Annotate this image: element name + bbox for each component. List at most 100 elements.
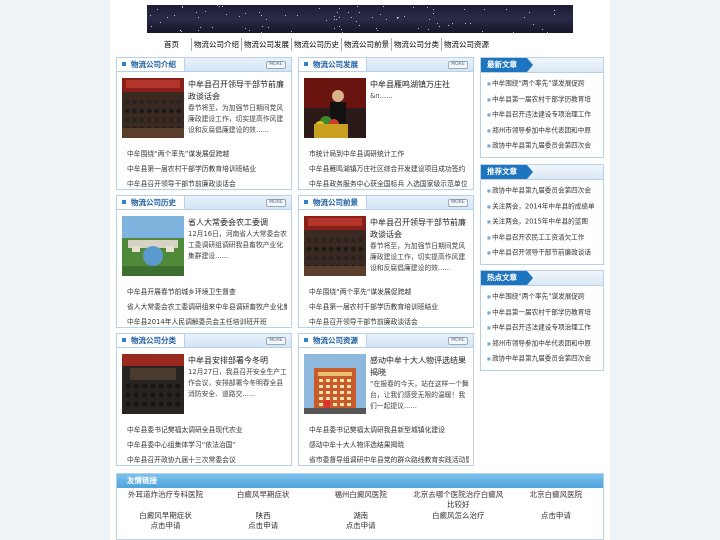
feature-article: 省人大常委会农工委调 12月16日，河南省人大常委会农工委调研组调研我县畜牧产业化… xyxy=(188,217,287,262)
more-button[interactable]: MORE xyxy=(266,199,286,207)
list-item[interactable]: 省人大常委会农工委调研组来中牟县调研畜牧产业化集 xyxy=(127,300,287,315)
list-item[interactable]: 省市委督导组调研中牟县党的群众路线教育实践活动暨 xyxy=(309,453,469,468)
feature-article: 中牟县雁鸣湖镇万庄社 &n...... xyxy=(370,79,469,102)
section-title[interactable]: 物流公司介绍 xyxy=(117,58,185,71)
section-title[interactable]: 物流公司分类 xyxy=(117,334,185,347)
sidebar-item[interactable]: 中牟县第一届农村干部学历教育培 xyxy=(487,305,603,321)
sidebar-item[interactable]: 关注两会，2015年中牟县的蓝图 xyxy=(487,214,603,230)
feature-article: 感动中牟十大人物评选结果揭晓 “在报春的今天，站在这样一个舞台，让我们感受无限的温… xyxy=(370,355,469,412)
nav-item-5[interactable]: 物流公司分类 xyxy=(392,36,441,53)
sidebar-item[interactable]: 中牟县召开违法建设专项治理工作 xyxy=(487,320,603,336)
sidebar-item[interactable]: 中牟县召开领导干部节前廉政谈话 xyxy=(487,245,603,261)
section-thumbnail[interactable] xyxy=(304,78,366,138)
list-item[interactable]: 中牟县开展春节前城乡环境卫生督查 xyxy=(127,285,287,300)
list-item[interactable]: 中牟围绕“两个率先”谋发展促跨越 xyxy=(127,147,287,162)
list-item[interactable]: 中牟县委书记樊福太调研全县现代农业 xyxy=(127,423,287,438)
sidebar-item[interactable]: 政协中牟县第九届委员会第四次会 xyxy=(487,138,603,154)
list-item[interactable]: 中牟县召开政协九届十三次常委会议 xyxy=(127,453,287,468)
friend-link[interactable]: 北京去哪个医院治疗白癜风比较好 xyxy=(410,490,507,510)
section-header: 物流公司发展 MORE xyxy=(299,58,473,72)
feature-title[interactable]: 中牟县安排部署今冬明 xyxy=(188,355,287,367)
feature-title[interactable]: 中牟县雁鸣湖镇万庄社 xyxy=(370,79,469,91)
feature-title[interactable]: 中牟县召开领导干部节前廉政谈话会 xyxy=(370,217,469,241)
sidebar-title: 推荐文章 xyxy=(481,165,533,179)
list-item[interactable]: 中牟县2014年人民调解委员会主任培训班开班 xyxy=(127,315,287,330)
friend-link[interactable]: 白癜风早期症状 xyxy=(117,511,214,521)
nav-item-1[interactable]: 物流公司介绍 xyxy=(192,36,241,53)
section-thumbnail[interactable] xyxy=(304,216,366,276)
section-thumbnail[interactable] xyxy=(122,216,184,276)
section-header: 物流公司历史 MORE xyxy=(117,196,291,210)
more-button[interactable]: MORE xyxy=(266,337,286,345)
sidebar-title: 最新文章 xyxy=(481,58,533,72)
list-item[interactable]: 中牟县政务服务中心获全国标兵 入选国家级示范单位 xyxy=(309,177,469,192)
nav-item-0[interactable]: 首页 xyxy=(156,36,191,53)
sidebar-item[interactable]: 郑州市领导参加中牟代表团和中原 xyxy=(487,123,603,139)
article-list: 市统计局到中牟县调研统计工作 中牟县雁鸣湖镇万庄社区综合开发建设项目成功签约 中牟县… xyxy=(309,147,469,192)
sidebar-header: 最新文章 xyxy=(481,58,603,73)
friend-link[interactable]: 点击申请 xyxy=(215,521,312,531)
friend-link[interactable]: 白癜风怎么治疗 xyxy=(410,511,507,521)
section-thumbnail[interactable] xyxy=(122,78,184,138)
section-title[interactable]: 物流公司历史 xyxy=(117,196,185,209)
feature-desc: 12月16日，河南省人大常委会农工委调研组调研我县畜牧产业化集群建设...... xyxy=(188,230,287,260)
article-list: 中牟县委书记樊福太调研我县新型城镇化建设 感动中牟十大人物评选结果揭晓 省市委督导组… xyxy=(309,423,469,468)
nav-item-3[interactable]: 物流公司历史 xyxy=(292,36,341,53)
section-title[interactable]: 物流公司资源 xyxy=(299,334,367,347)
more-button[interactable]: MORE xyxy=(266,61,286,69)
feature-title[interactable]: 感动中牟十大人物评选结果揭晓 xyxy=(370,355,469,379)
friend-link[interactable]: 福州白癜风医院 xyxy=(312,490,409,500)
list-item[interactable]: 中牟县委书记樊福太调研我县新型城镇化建设 xyxy=(309,423,469,438)
friend-link[interactable]: 湖南 xyxy=(312,511,409,521)
feature-desc: &n...... xyxy=(370,92,393,100)
friend-link[interactable]: 陕西 xyxy=(215,511,312,521)
sidebar-item[interactable]: 中牟县召开违法建设专项治理工作 xyxy=(487,107,603,123)
feature-title[interactable]: 中牟县召开领导干部节前廉政谈话会 xyxy=(188,79,287,103)
more-button[interactable]: MORE xyxy=(448,199,468,207)
feature-desc: 12月27日，我县召开安全生产工作会议，安排部署今冬明春全县消防安全、道路交..… xyxy=(188,368,287,398)
feature-title[interactable]: 省人大常委会农工委调 xyxy=(188,217,287,229)
list-item[interactable]: 中牟县第一届农村干部学历教育培训班结业 xyxy=(309,300,469,315)
sidebar-item[interactable]: 中牟县第一届农村干部学历教育培 xyxy=(487,92,603,108)
list-item[interactable]: 市统计局到中牟县调研统计工作 xyxy=(309,147,469,162)
sidebar-item[interactable]: 中牟围绕“两个率先”谋发展促跨 xyxy=(487,289,603,305)
section-title[interactable]: 物流公司前景 xyxy=(299,196,367,209)
friend-link[interactable]: 外耳道炸治疗专科医院 xyxy=(117,490,214,500)
list-item[interactable]: 感动中牟十大人物评选结果揭晓 xyxy=(309,438,469,453)
sidebar-item[interactable]: 关注两会，2014年中牟县的成绩单 xyxy=(487,199,603,215)
section-box: 物流公司介绍 MORE 中牟县召开领导干部节前廉政谈话会 春节将至，为加强节日期间党风… xyxy=(116,57,292,190)
sidebar-item[interactable]: 政协中牟县第九届委员会第四次会 xyxy=(487,351,603,367)
sidebar-item[interactable]: 中牟县召开农民工工资清欠工作 xyxy=(487,230,603,246)
list-item[interactable]: 中牟县召开领导干部节前廉政谈话会 xyxy=(309,315,469,330)
friend-link[interactable]: 白癜风早期症状 xyxy=(215,490,312,500)
section-box: 物流公司发展 MORE 中牟县雁鸣湖镇万庄社 &n...... 市统计局到中牟县调研统计… xyxy=(298,57,474,190)
list-item[interactable]: 中牟县第一届农村干部学历教育培训班结业 xyxy=(127,162,287,177)
list-item[interactable]: 中牟县雁鸣湖镇万庄社区综合开发建设项目成功签约 xyxy=(309,162,469,177)
header-banner xyxy=(147,5,573,33)
section-thumbnail[interactable] xyxy=(122,354,184,414)
sidebar-item[interactable]: 政协中牟县第九届委员会第四次会 xyxy=(487,183,603,199)
friend-link[interactable]: 点击申请 xyxy=(312,521,409,531)
sidebar-item[interactable]: 郑州市领导参加中牟代表团和中原 xyxy=(487,336,603,352)
feature-article: 中牟县安排部署今冬明 12月27日，我县召开安全生产工作会议，安排部署今冬明春全县… xyxy=(188,355,287,400)
list-item[interactable]: 中牟县委中心组集体学习“依法治国” xyxy=(127,438,287,453)
sidebar-item[interactable]: 中牟围绕“两个率先”谋发展促跨 xyxy=(487,76,603,92)
article-list: 中牟县开展春节前城乡环境卫生督查 省人大常委会农工委调研组来中牟县调研畜牧产业化集… xyxy=(127,285,287,330)
section-header: 物流公司介绍 MORE xyxy=(117,58,291,72)
friend-link[interactable]: 点击申请 xyxy=(507,511,604,521)
nav-item-2[interactable]: 物流公司发展 xyxy=(242,36,291,53)
list-item[interactable]: 中牟围绕“两个率先”谋发展促跨越 xyxy=(309,285,469,300)
main-nav: 首页 物流公司介绍 物流公司发展 物流公司历史 物流公司前景 物流公司分类 物流公司资源 xyxy=(156,36,491,53)
nav-item-6[interactable]: 物流公司资源 xyxy=(442,36,491,53)
sidebar-box: 最新文章中牟围绕“两个率先”谋发展促跨中牟县第一届农村干部学历教育培中牟县召开违… xyxy=(480,57,604,158)
friend-link[interactable]: 北京白癜风医院 xyxy=(507,490,604,500)
section-thumbnail[interactable] xyxy=(304,354,366,414)
section-title[interactable]: 物流公司发展 xyxy=(299,58,367,71)
section-header: 物流公司分类 MORE xyxy=(117,334,291,348)
more-button[interactable]: MORE xyxy=(448,337,468,345)
list-item[interactable]: 中牟县召开领导干部节前廉政谈话会 xyxy=(127,177,287,192)
article-list: 中牟县委书记樊福太调研全县现代农业 中牟县委中心组集体学习“依法治国” 中牟县召开政… xyxy=(127,423,287,468)
nav-item-4[interactable]: 物流公司前景 xyxy=(342,36,391,53)
more-button[interactable]: MORE xyxy=(448,61,468,69)
friend-link[interactable]: 点击申请 xyxy=(117,521,214,531)
